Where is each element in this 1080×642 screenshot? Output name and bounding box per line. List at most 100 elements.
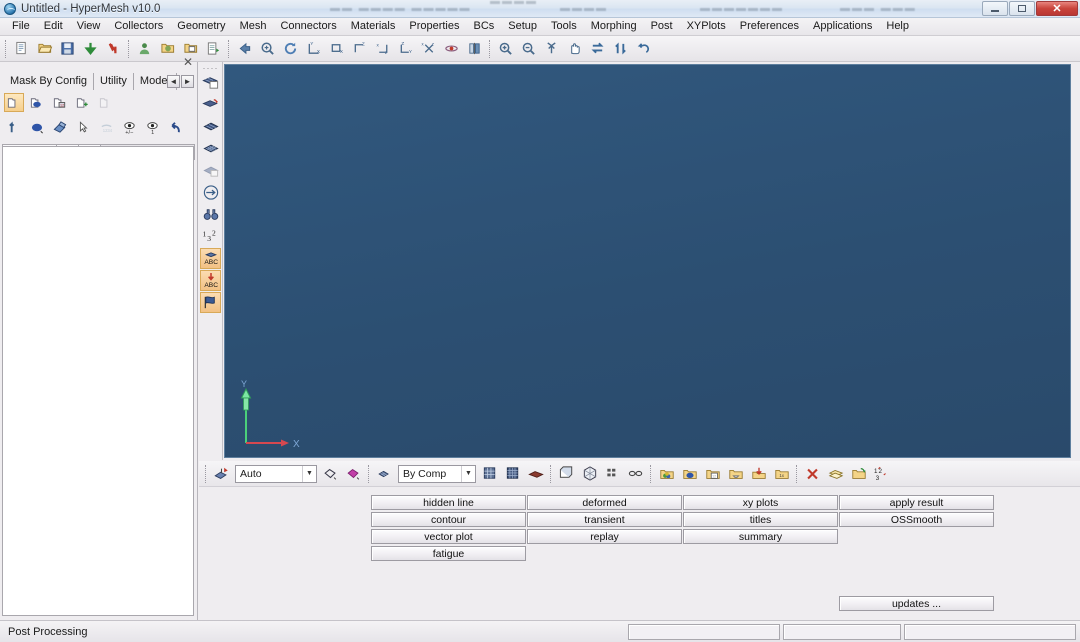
menu-item-collectors[interactable]: Collectors [107, 18, 170, 35]
close-button[interactable]: ✕ [1036, 1, 1078, 16]
comp-color-icon[interactable] [656, 463, 677, 484]
fit-view-icon[interactable] [257, 38, 278, 59]
zoom-in-icon[interactable] [495, 38, 516, 59]
menu-item-connectors[interactable]: Connectors [273, 18, 343, 35]
menu-item-post[interactable]: Post [644, 18, 680, 35]
panel-button-transient[interactable]: transient [527, 512, 682, 527]
small-grid-icon[interactable] [602, 463, 623, 484]
chevron-down-icon[interactable]: ▼ [302, 465, 316, 482]
menu-item-tools[interactable]: Tools [544, 18, 584, 35]
glasses-icon[interactable] [625, 463, 646, 484]
orbit-icon[interactable] [441, 38, 462, 59]
mesh-grid-icon[interactable] [200, 138, 221, 159]
maximize-button[interactable] [1009, 1, 1035, 16]
panel-button-xy-plots[interactable]: xy plots [683, 495, 838, 510]
wireframe-icon[interactable] [320, 463, 341, 484]
panel-tab-mask-by-config[interactable]: Mask By Config [4, 73, 95, 90]
mask-sphere-icon[interactable] [27, 93, 47, 112]
mesh-shrink-icon[interactable] [200, 116, 221, 137]
arrow-select-icon[interactable] [73, 118, 93, 137]
select-mode-icon[interactable] [211, 463, 232, 484]
pan-hand-icon[interactable] [564, 38, 585, 59]
mesh-ghost-icon[interactable] [200, 160, 221, 181]
rotate-xyz-icon[interactable]: xz [418, 38, 439, 59]
elem-shade-icon[interactable] [479, 463, 500, 484]
eye-single-icon[interactable]: 1 [142, 118, 162, 137]
comp-assign-icon[interactable] [725, 463, 746, 484]
find-binoculars-icon[interactable] [200, 204, 221, 225]
back-arrow-icon[interactable] [234, 38, 255, 59]
toolbar-grip[interactable]: ···· [203, 64, 219, 73]
mask-disabled-icon[interactable] [96, 93, 116, 112]
mask-elems-icon[interactable]: 12 [50, 93, 70, 112]
updown-icon[interactable] [610, 38, 631, 59]
panel-tab-utility[interactable]: Utility [94, 73, 134, 90]
box-iso-icon[interactable] [556, 463, 577, 484]
reflect-icon[interactable] [464, 38, 485, 59]
mesh-edit-icon[interactable] [200, 94, 221, 115]
flag-icon[interactable] [200, 292, 221, 313]
panel-button-hidden-line[interactable]: hidden line [371, 495, 526, 510]
by-comp-combo[interactable]: By Comp ▼ [398, 464, 476, 483]
panel-button-apply-result[interactable]: apply result [839, 495, 994, 510]
panel-button-titles[interactable]: titles [683, 512, 838, 527]
numbering-icon[interactable]: 132 [200, 226, 221, 247]
panel-button-fatigue[interactable]: fatigue [371, 546, 526, 561]
refresh-icon[interactable] [280, 38, 301, 59]
label-disabled-icon[interactable]: 1234 [96, 118, 116, 137]
chevron-down-icon[interactable]: ▼ [461, 465, 475, 482]
select-mode-combo[interactable]: Auto ▼ [235, 464, 317, 483]
mask-add-icon[interactable] [73, 93, 93, 112]
mask-new-icon[interactable] [4, 93, 24, 112]
cursor-pick-icon[interactable] [4, 118, 24, 137]
menu-item-applications[interactable]: Applications [806, 18, 879, 35]
menu-item-geometry[interactable]: Geometry [170, 18, 232, 35]
panel-button-summary[interactable]: summary [683, 529, 838, 544]
sphere-blue-icon[interactable] [27, 118, 47, 137]
comp-sphere-icon[interactable] [679, 463, 700, 484]
shell-icon[interactable] [50, 118, 70, 137]
shaded-icon[interactable] [343, 463, 364, 484]
menu-item-preferences[interactable]: Preferences [733, 18, 806, 35]
comp-down-icon[interactable] [748, 463, 769, 484]
rotate-z-icon[interactable]: Z [349, 38, 370, 59]
layers-icon[interactable] [825, 463, 846, 484]
undo-icon[interactable] [165, 118, 185, 137]
panel-button-vector-plot[interactable]: vector plot [371, 529, 526, 544]
panel-button-contour[interactable]: contour [371, 512, 526, 527]
menu-item-file[interactable]: File [5, 18, 37, 35]
new-file-icon[interactable] [11, 38, 32, 59]
menu-item-materials[interactable]: Materials [344, 18, 403, 35]
menu-item-edit[interactable]: Edit [37, 18, 70, 35]
text-abc-red-icon[interactable]: ABC [200, 270, 221, 291]
minimize-button[interactable] [982, 1, 1008, 16]
report-icon[interactable] [203, 38, 224, 59]
text-abc-icon[interactable]: ABC [200, 248, 221, 269]
rotate-x-icon[interactable]: X [326, 38, 347, 59]
menu-item-morphing[interactable]: Morphing [584, 18, 644, 35]
open-file-icon[interactable] [34, 38, 55, 59]
undo-view-icon[interactable] [633, 38, 654, 59]
rotate-yx-icon[interactable]: YX [303, 38, 324, 59]
rotate-zy-icon[interactable]: ZY [395, 38, 416, 59]
panel-button-replay[interactable]: replay [527, 529, 682, 544]
session-icon[interactable] [134, 38, 155, 59]
zoom-out-icon[interactable] [518, 38, 539, 59]
import-icon[interactable] [80, 38, 101, 59]
comp-elem-icon[interactable]: 12 [702, 463, 723, 484]
menu-item-setup[interactable]: Setup [501, 18, 544, 35]
menu-item-help[interactable]: Help [879, 18, 916, 35]
elem-feature-icon[interactable] [525, 463, 546, 484]
elem-mesh-icon[interactable] [502, 463, 523, 484]
swap-icon[interactable] [587, 38, 608, 59]
updates-button[interactable]: updates ... [839, 596, 994, 611]
panel-close-icon[interactable]: ✕ [183, 56, 193, 68]
eye-plusminus-icon[interactable]: +/− [119, 118, 139, 137]
export-icon[interactable] [103, 38, 124, 59]
tab-prev-button[interactable]: ◄ [167, 75, 180, 88]
rotate-free-icon[interactable] [541, 38, 562, 59]
menu-item-mesh[interactable]: Mesh [233, 18, 274, 35]
model-info-icon[interactable] [200, 182, 221, 203]
tab-next-button[interactable]: ► [181, 75, 194, 88]
menu-item-properties[interactable]: Properties [402, 18, 466, 35]
